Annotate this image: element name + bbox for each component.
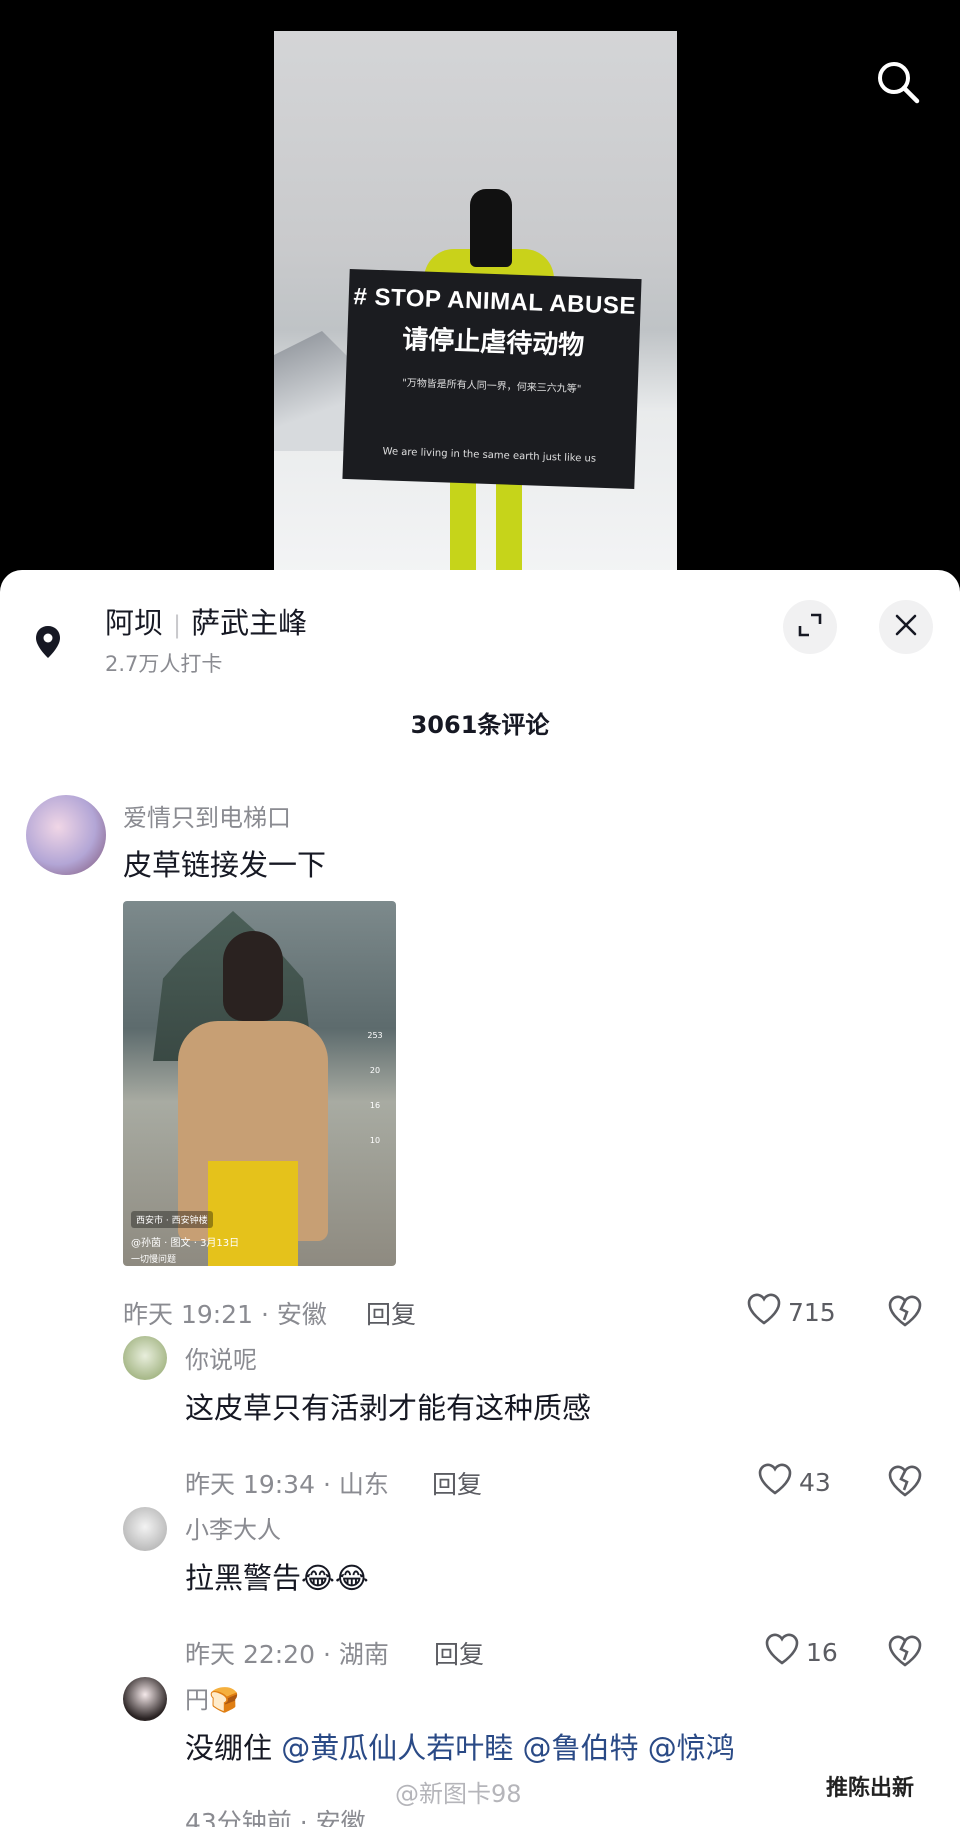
- broken-heart-icon[interactable]: [886, 1633, 924, 1669]
- comment-meta: 昨天 22:20 · 湖南: [185, 1640, 389, 1669]
- video-frame[interactable]: # STOP ANIMAL ABUSE 请停止虐待动物 "万物皆是所有人同一界，…: [274, 31, 677, 575]
- comment-text-prefix: 没绷住: [185, 1731, 273, 1765]
- avatar[interactable]: [123, 1677, 167, 1721]
- banner-line-4: We are living in the same earth just lik…: [382, 446, 597, 465]
- banner-line-3: "万物皆是所有人同一界，何来三六九等": [401, 377, 582, 396]
- like-count: 715: [788, 1297, 836, 1327]
- location-divider: |: [173, 611, 182, 639]
- broken-heart-icon[interactable]: [886, 1463, 924, 1499]
- close-button[interactable]: [879, 600, 933, 654]
- like-button[interactable]: 43: [757, 1462, 831, 1502]
- thumb-fav-count: 16: [369, 1101, 381, 1110]
- heart-icon: [764, 1632, 800, 1672]
- heart-icon: [757, 1462, 793, 1502]
- reply-button[interactable]: 回复: [432, 1465, 482, 1501]
- mention-link[interactable]: @黄瓜仙人若叶睦: [281, 1731, 513, 1765]
- location-region: 阿坝: [105, 606, 164, 640]
- avatar[interactable]: [123, 1507, 167, 1551]
- reply-button[interactable]: 回复: [366, 1295, 416, 1331]
- comment-user[interactable]: 你说呢: [185, 1340, 257, 1375]
- comment-text: 这皮草只有活剥才能有这种质感: [185, 1391, 592, 1425]
- comment-meta: 昨天 19:34 · 山东: [185, 1470, 389, 1499]
- hair-graphic: [223, 931, 283, 1021]
- close-icon: [893, 612, 919, 642]
- thumb-like-count: 253: [367, 1031, 383, 1040]
- thumb-author: @孙茵 · 图文 · 3月13日: [131, 1238, 240, 1249]
- comment-text: 没绷住 @黄瓜仙人若叶睦 @鲁伯特 @惊鸿: [185, 1725, 735, 1767]
- avatar[interactable]: [26, 795, 106, 875]
- comment-meta: 43分钟前 · 安徽: [185, 1808, 366, 1827]
- comment-user[interactable]: 小李大人: [185, 1510, 281, 1545]
- corner-watermark: 推陈出新: [826, 1770, 915, 1802]
- mention-link[interactable]: @鲁伯特: [522, 1731, 638, 1765]
- like-button[interactable]: 16: [764, 1632, 838, 1672]
- like-count: 16: [806, 1637, 838, 1667]
- thumb-share-count: 10: [369, 1136, 381, 1145]
- person-head: [470, 189, 512, 267]
- expand-button[interactable]: [783, 600, 837, 654]
- comment-text: 皮草链接发一下: [123, 848, 327, 882]
- person-leg-right: [496, 481, 522, 571]
- thumb-location: 西安市 · 西安钟楼: [131, 1211, 213, 1228]
- location-pin-icon: [28, 622, 68, 662]
- comment-user[interactable]: 爱情只到电梯口: [123, 798, 291, 833]
- banner-line-1: # STOP ANIMAL ABUSE: [353, 283, 637, 320]
- location-checkins: 2.7万人打卡: [105, 652, 223, 676]
- mention-link[interactable]: @惊鸿: [648, 1731, 735, 1765]
- comment-meta: 昨天 19:21 · 安徽: [123, 1300, 327, 1329]
- comment-sheet: 阿坝 | 萨武主峰 2.7万人打卡 3061条评论 爱情只到电梯口 皮草链接发一下 …: [0, 570, 960, 1827]
- skirt-graphic: [208, 1161, 298, 1266]
- search-icon[interactable]: [874, 58, 922, 106]
- video-player[interactable]: # STOP ANIMAL ABUSE 请停止虐待动物 "万物皆是所有人同一界，…: [0, 0, 960, 575]
- location-title[interactable]: 阿坝 | 萨武主峰: [105, 600, 307, 642]
- avatar[interactable]: [123, 1336, 167, 1380]
- watermark: @新图卡98: [395, 1780, 522, 1808]
- heart-icon: [746, 1292, 782, 1332]
- person-leg-left: [450, 481, 476, 571]
- location-place: 萨武主峰: [191, 606, 308, 640]
- reply-button[interactable]: 回复: [434, 1635, 484, 1671]
- expand-icon: [797, 612, 823, 642]
- thumb-side-counts: 253 20 16 10: [360, 1031, 390, 1171]
- like-button[interactable]: 715: [746, 1292, 836, 1332]
- comment-image[interactable]: 253 20 16 10 西安市 · 西安钟楼 @孙茵 · 图文 · 3月13日…: [123, 901, 396, 1266]
- comment-text: 拉黑警告😂😂: [185, 1561, 369, 1595]
- comment-count: 3061条评论: [410, 711, 550, 739]
- thumb-comment-count: 20: [369, 1066, 381, 1075]
- like-count: 43: [799, 1467, 831, 1497]
- broken-heart-icon[interactable]: [886, 1293, 924, 1329]
- comment-user[interactable]: 円🍞: [185, 1680, 239, 1715]
- banner-line-2: 请停止虐待动物: [401, 324, 585, 362]
- thumb-caption: 一切慢问题: [131, 1255, 177, 1265]
- protest-banner: # STOP ANIMAL ABUSE 请停止虐待动物 "万物皆是所有人同一界，…: [342, 268, 642, 490]
